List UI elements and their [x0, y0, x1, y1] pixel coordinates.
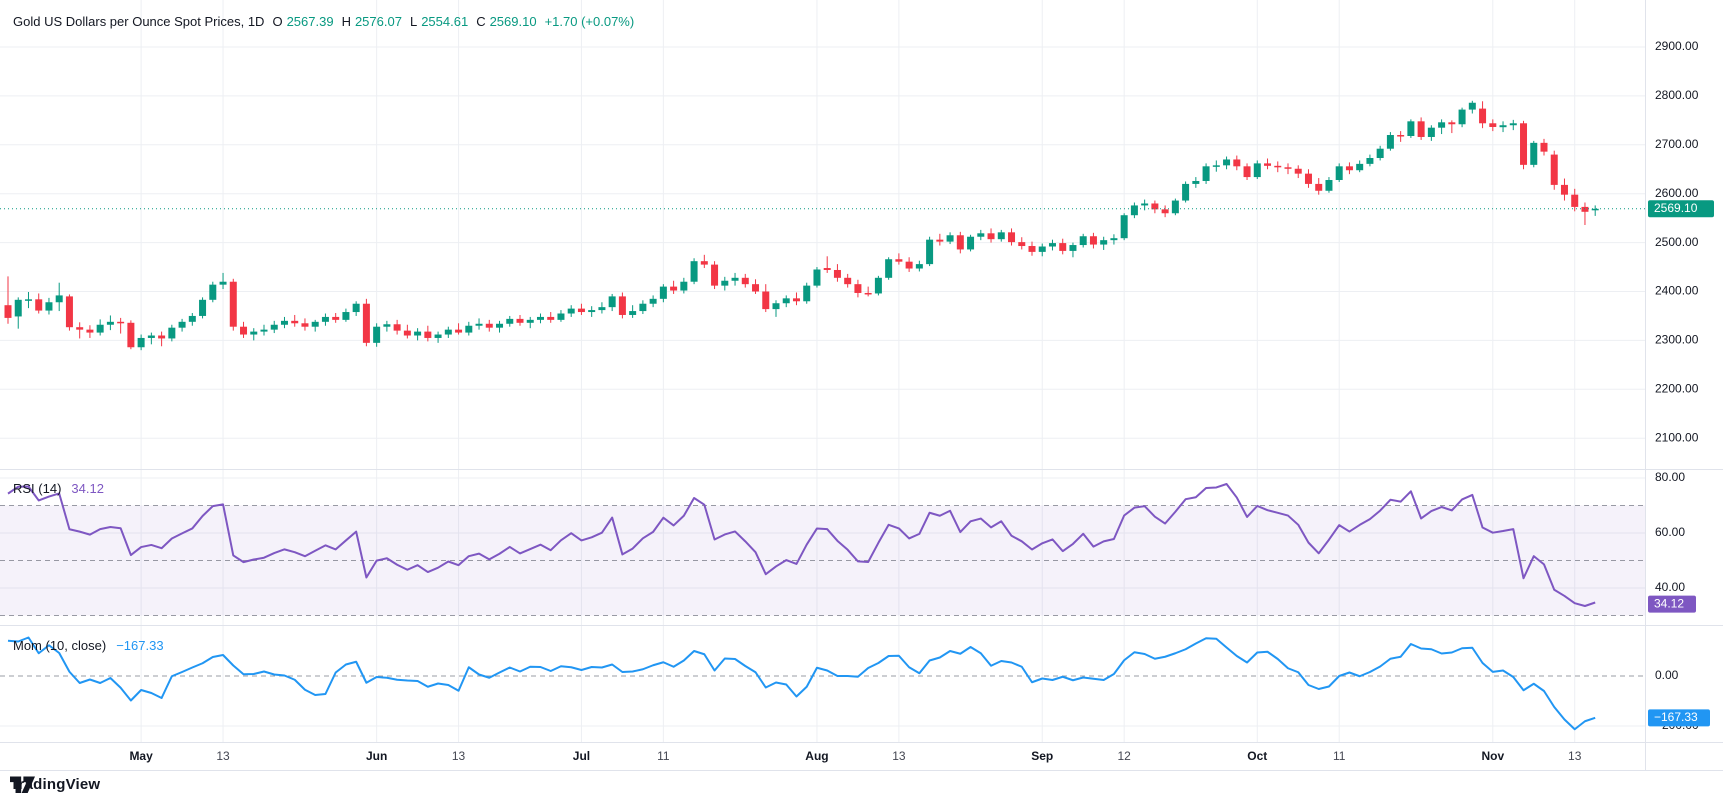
- mom-title[interactable]: Mom (10, close): [13, 637, 106, 655]
- ohlc-close: C2569.10: [476, 13, 536, 31]
- svg-text:Nov: Nov: [1481, 749, 1504, 763]
- rsi-value: 34.12: [71, 480, 104, 498]
- svg-text:2900.00: 2900.00: [1655, 39, 1699, 53]
- change-label: +1.70 (+0.07%): [545, 13, 635, 31]
- svg-text:Oct: Oct: [1247, 749, 1267, 763]
- svg-text:Jul: Jul: [573, 749, 590, 763]
- svg-text:2600.00: 2600.00: [1655, 186, 1699, 200]
- svg-text:2700.00: 2700.00: [1655, 137, 1699, 151]
- rsi-legend: RSI (14) 34.12: [13, 480, 104, 498]
- momentum-line: [8, 638, 1595, 730]
- symbol-legend: Gold US Dollars per Ounce Spot Prices, 1…: [13, 13, 634, 31]
- svg-text:2569.10: 2569.10: [1654, 201, 1698, 215]
- svg-text:Jun: Jun: [366, 749, 387, 763]
- svg-text:40.00: 40.00: [1655, 580, 1685, 594]
- svg-text:80.00: 80.00: [1655, 470, 1685, 484]
- svg-text:11: 11: [1333, 749, 1346, 763]
- tradingview-logo-icon: [10, 776, 35, 794]
- ohlc-open: O2567.39: [272, 13, 333, 31]
- svg-text:13: 13: [1568, 749, 1582, 763]
- svg-text:2500.00: 2500.00: [1655, 235, 1699, 249]
- ohlc-high: H2576.07: [342, 13, 402, 31]
- svg-text:60.00: 60.00: [1655, 525, 1685, 539]
- svg-text:13: 13: [216, 749, 230, 763]
- svg-text:Sep: Sep: [1031, 749, 1053, 763]
- svg-text:Aug: Aug: [805, 749, 828, 763]
- svg-text:11: 11: [657, 749, 670, 763]
- svg-text:0.00: 0.00: [1655, 668, 1679, 682]
- symbol-title[interactable]: Gold US Dollars per Ounce Spot Prices, 1…: [13, 13, 264, 31]
- tradingview-branding[interactable]: TradingView: [10, 776, 100, 793]
- rsi-title[interactable]: RSI (14): [13, 480, 61, 498]
- mom-value: −167.33: [116, 637, 163, 655]
- svg-text:13: 13: [452, 749, 466, 763]
- time-axis[interactable]: May 13 Jun 13 Jul 11 Aug 13 Sep 12 Oct 11 Nov 13: [129, 749, 1581, 763]
- gridlines: [0, 0, 1645, 742]
- svg-text:2400.00: 2400.00: [1655, 284, 1699, 298]
- svg-text:−167.33: −167.33: [1654, 710, 1698, 724]
- price-axis[interactable]: 2900.00 2800.00 2700.00 2600.00 2500.00 2400.…: [1655, 39, 1699, 732]
- svg-text:2100.00: 2100.00: [1655, 430, 1699, 444]
- svg-text:May: May: [129, 749, 153, 763]
- svg-text:2800.00: 2800.00: [1655, 88, 1699, 102]
- mom-legend: Mom (10, close) −167.33: [13, 637, 164, 655]
- svg-text:13: 13: [892, 749, 906, 763]
- tradingview-chart-widget: 2900.00 2800.00 2700.00 2600.00 2500.00 2400.…: [0, 0, 1723, 803]
- svg-text:34.12: 34.12: [1654, 596, 1684, 610]
- svg-text:2300.00: 2300.00: [1655, 333, 1699, 347]
- candles: [5, 101, 1599, 350]
- svg-text:12: 12: [1117, 749, 1131, 763]
- chart-canvas[interactable]: 2900.00 2800.00 2700.00 2600.00 2500.00 2400.…: [0, 0, 1723, 803]
- ohlc-low: L2554.61: [410, 13, 468, 31]
- axis-value-badges: 2569.10 34.12 −167.33: [1648, 200, 1714, 726]
- svg-text:2200.00: 2200.00: [1655, 381, 1699, 395]
